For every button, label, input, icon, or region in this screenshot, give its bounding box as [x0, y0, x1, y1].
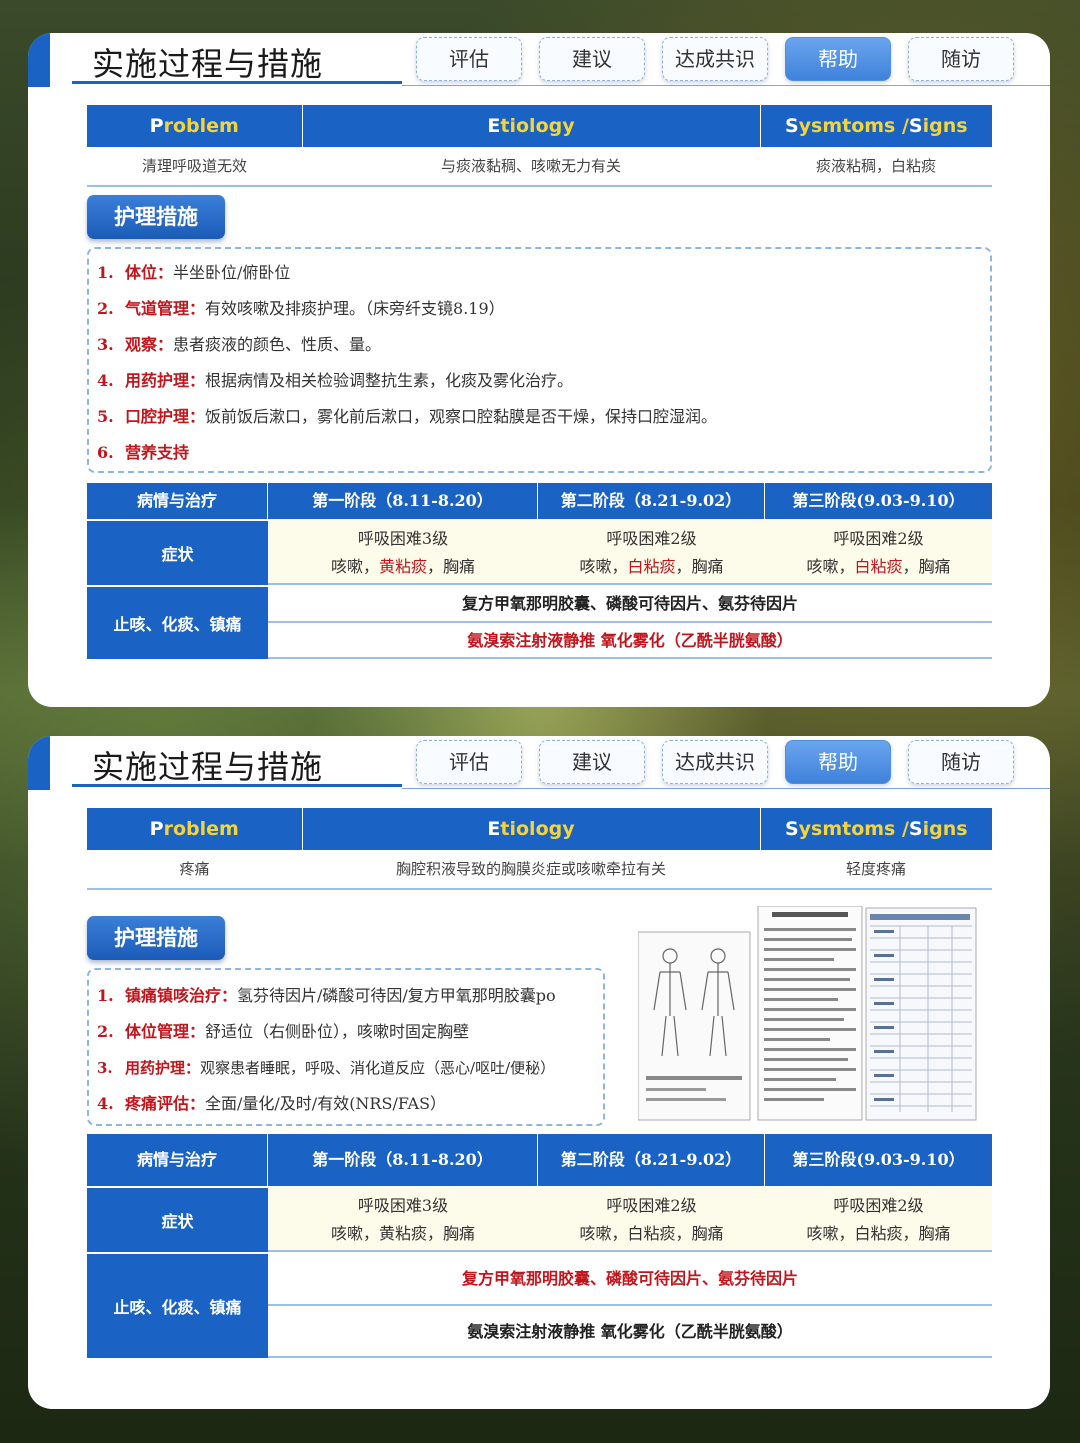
- list-item: 6. 营养支持: [97, 443, 190, 462]
- etiology-value: 胸腔积液导致的胸膜炎症或咳嗽牵拉有关: [395, 860, 666, 878]
- signs-header: Sysmtoms /Signs: [784, 818, 968, 840]
- drug-label: 止咳、化痰、镇痛: [87, 585, 268, 659]
- tab-assess[interactable]: 评估: [416, 37, 522, 81]
- stage-col-2: 第二阶段（8.21-9.02）: [538, 483, 765, 519]
- nursing-measures-badge: 护理措施: [87, 195, 225, 239]
- stage-table: 病情与治疗 第一阶段（8.11-8.20） 第二阶段（8.21-9.02） 第三…: [87, 483, 992, 659]
- pain-assessment-forms-image: [638, 906, 977, 1121]
- drug-line-inhaled: 氨溴索注射液静推 氧化雾化（乙酰半胱氨酸）: [268, 1306, 992, 1358]
- etiology-header: Etiology: [303, 808, 761, 850]
- list-item: 3. 用药护理：观察患者睡眠，呼吸、消化道反应（恶心/呕吐/便秘）: [97, 1059, 556, 1077]
- stage-col-1: 第一阶段（8.11-8.20）: [268, 483, 538, 519]
- drug-cells: 复方甲氧那明胶囊、磷酸可待因片、氨芬待因片 氨溴索注射液静推 氧化雾化（乙酰半胱…: [268, 585, 992, 659]
- problem-header: Problem: [87, 105, 303, 147]
- corner-accent: [28, 33, 50, 87]
- page-title: 实施过程与措施: [92, 748, 324, 786]
- stage-col-3: 第三阶段(9.03-9.10）: [792, 1150, 965, 1169]
- symptom-cell: 呼吸困难2级 咳嗽，白粘痰，胸痛: [538, 519, 765, 585]
- corner-accent: [28, 736, 50, 790]
- symptom-cell: 呼吸困难3级 咳嗽，黄粘痰，胸痛: [268, 519, 538, 585]
- card-airway: 实施过程与措施 评估 建议 达成共识 帮助 随访 Problem Etiolog…: [28, 33, 1050, 707]
- list-item: 1. 体位：半坐卧位/俯卧位: [97, 263, 291, 282]
- tab-consensus[interactable]: 达成共识: [662, 740, 768, 784]
- drug-line-oral: 复方甲氧那明胶囊、磷酸可待因片、氨芬待因片: [268, 585, 992, 623]
- drug-line-oral: 复方甲氧那明胶囊、磷酸可待因片、氨芬待因片: [268, 1252, 992, 1306]
- list-item: 1. 镇痛镇咳治疗：氢芬待因片/磷酸可待因/复方甲氧那明胶囊po: [97, 986, 556, 1005]
- pes-table: Problem Etiology Sysmtoms /Signs 清理呼吸道无效…: [87, 105, 992, 187]
- etiology-value: 与痰液黏稠、咳嗽无力有关: [440, 157, 621, 175]
- problem-value: 清理呼吸道无效: [141, 157, 247, 175]
- problem-header: Problem: [87, 808, 303, 850]
- measures-list: 1. 镇痛镇咳治疗：氢芬待因片/磷酸可待因/复方甲氧那明胶囊po 2. 体位管理：舒…: [87, 968, 605, 1126]
- card-pain: 实施过程与措施 评估 建议 达成共识 帮助 随访 Problem Etiolog…: [28, 736, 1050, 1409]
- etiology-header: Etiology: [303, 105, 761, 147]
- pes-value-row: 疼痛 胸腔积液导致的胸膜炎症或咳嗽牵拉有关 轻度疼痛: [87, 850, 992, 890]
- stage-col-label: 病情与治疗: [87, 1134, 268, 1186]
- list-item: 5. 口腔护理：饭前饭后漱口，雾化前后漱口，观察口腔黏膜是否干燥，保持口腔湿润。: [97, 407, 718, 426]
- symptom-cell: 呼吸困难2级 咳嗽，白粘痰，胸痛: [765, 519, 992, 585]
- stage-header-row: 病情与治疗 第一阶段（8.11-8.20） 第二阶段（8.21-9.02） 第三…: [87, 1134, 992, 1186]
- header-rule: [402, 788, 1050, 789]
- title-underline: [72, 784, 402, 787]
- stage-table: 病情与治疗 第一阶段（8.11-8.20） 第二阶段（8.21-9.02） 第三…: [87, 1134, 992, 1358]
- stage-header-row: 病情与治疗 第一阶段（8.11-8.20） 第二阶段（8.21-9.02） 第三…: [87, 483, 992, 519]
- tab-suggest[interactable]: 建议: [539, 740, 645, 784]
- symptom-cell: 呼吸困难3级 咳嗽，黄粘痰，胸痛: [268, 1186, 538, 1252]
- pes-table: Problem Etiology Sysmtoms /Signs 疼痛 胸腔积液…: [87, 808, 992, 890]
- drug-row: 止咳、化痰、镇痛 复方甲氧那明胶囊、磷酸可待因片、氨芬待因片 氨溴索注射液静推 …: [87, 1252, 992, 1358]
- signs-value: 轻度疼痛: [845, 860, 906, 878]
- tab-followup[interactable]: 随访: [908, 740, 1014, 784]
- list-item: 2. 体位管理：舒适位（右侧卧位），咳嗽时固定胸壁: [97, 1022, 470, 1041]
- pes-header-row: Problem Etiology Sysmtoms /Signs: [87, 808, 992, 850]
- symptom-cell: 呼吸困难2级 咳嗽，白粘痰，胸痛: [765, 1186, 992, 1252]
- title-underline: [72, 81, 402, 84]
- nursing-measures-badge: 护理措施: [87, 916, 225, 960]
- tab-consensus[interactable]: 达成共识: [662, 37, 768, 81]
- tab-suggest[interactable]: 建议: [539, 37, 645, 81]
- symptom-row: 症状 呼吸困难3级 咳嗽，黄粘痰，胸痛 呼吸困难2级 咳嗽，白粘痰，胸痛 呼吸困难2…: [87, 519, 992, 585]
- tab-help[interactable]: 帮助: [785, 37, 891, 81]
- list-item: 3. 观察：患者痰液的颜色、性质、量。: [97, 335, 382, 354]
- stage-col-2: 第二阶段（8.21-9.02）: [538, 1134, 765, 1186]
- signs-value: 痰液粘稠，白粘痰: [815, 157, 936, 175]
- list-item: 2. 气道管理：有效咳嗽及排痰护理。（床旁纤支镜8.19）: [97, 299, 505, 318]
- stage-col-3: 第三阶段(9.03-9.10）: [792, 491, 965, 510]
- symptom-row: 症状 呼吸困难3级 咳嗽，黄粘痰，胸痛 呼吸困难2级 咳嗽，白粘痰，胸痛 呼吸困难2…: [87, 1186, 992, 1252]
- pes-value-row: 清理呼吸道无效 与痰液黏稠、咳嗽无力有关 痰液粘稠，白粘痰: [87, 147, 992, 187]
- tab-followup[interactable]: 随访: [908, 37, 1014, 81]
- header-rule: [402, 85, 1050, 86]
- drug-label: 止咳、化痰、镇痛: [87, 1252, 268, 1358]
- tab-help[interactable]: 帮助: [785, 740, 891, 784]
- signs-header: Sysmtoms /Signs: [784, 115, 968, 137]
- page-title: 实施过程与措施: [92, 45, 324, 83]
- symptom-label: 症状: [87, 519, 268, 585]
- list-item: 4. 用药护理：根据病情及相关检验调整抗生素，化痰及雾化治疗。: [97, 371, 574, 390]
- drug-cells: 复方甲氧那明胶囊、磷酸可待因片、氨芬待因片 氨溴索注射液静推 氧化雾化（乙酰半胱…: [268, 1252, 992, 1358]
- tab-assess[interactable]: 评估: [416, 740, 522, 784]
- symptom-cell: 呼吸困难2级 咳嗽，白粘痰，胸痛: [538, 1186, 765, 1252]
- problem-value: 疼痛: [179, 860, 210, 878]
- measures-list: 1. 体位：半坐卧位/俯卧位 2. 气道管理：有效咳嗽及排痰护理。（床旁纤支镜8.1…: [87, 247, 992, 473]
- symptom-label: 症状: [87, 1186, 268, 1252]
- drug-line-inhaled: 氨溴索注射液静推 氧化雾化（乙酰半胱氨酸）: [268, 623, 992, 659]
- pes-header-row: Problem Etiology Sysmtoms /Signs: [87, 105, 992, 147]
- stage-col-1: 第一阶段（8.11-8.20）: [268, 1134, 538, 1186]
- list-item: 4. 疼痛评估：全面/量化/及时/有效(NRS/FAS）: [97, 1094, 447, 1113]
- drug-row: 止咳、化痰、镇痛 复方甲氧那明胶囊、磷酸可待因片、氨芬待因片 氨溴索注射液静推 …: [87, 585, 992, 659]
- stage-col-label: 病情与治疗: [87, 483, 268, 519]
